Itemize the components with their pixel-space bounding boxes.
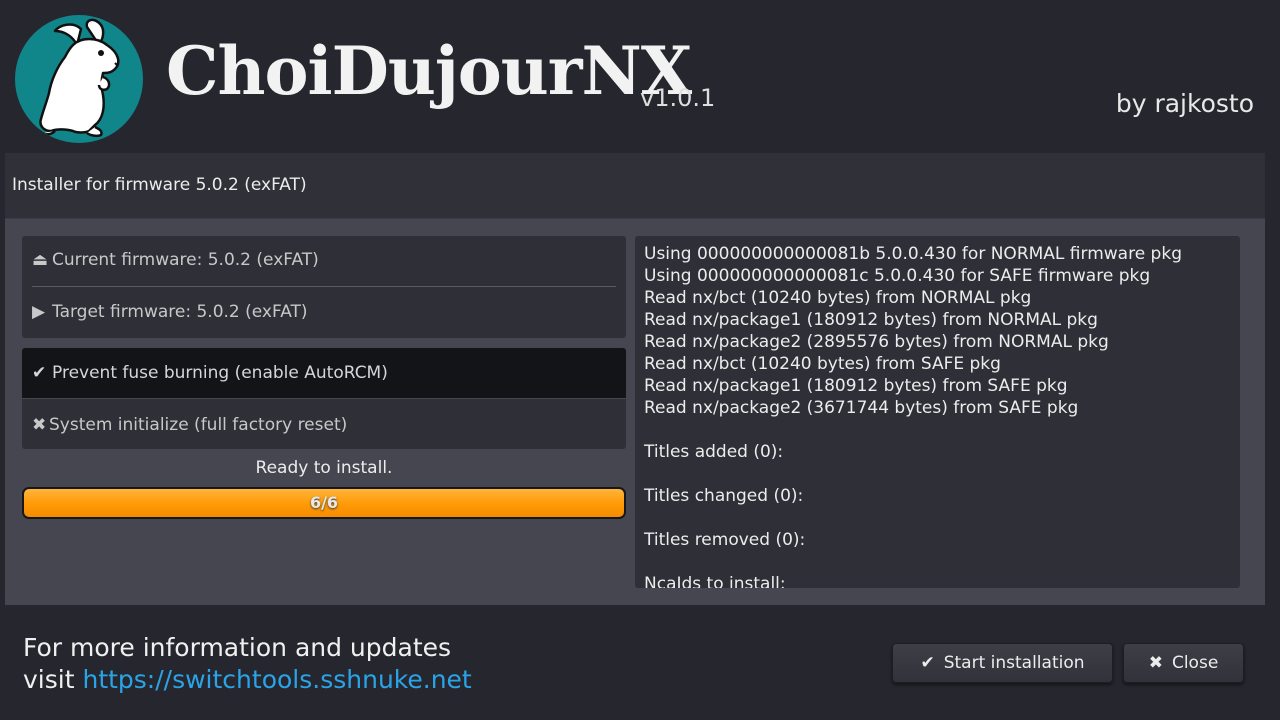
check-icon: ✔ [32, 363, 47, 383]
app-version: v1.0.1 [640, 84, 716, 112]
log-line: Read nx/bct (10240 bytes) from NORMAL pk… [644, 288, 1032, 308]
app-title: ChoiDujourNX [166, 32, 692, 110]
footer-line: For more information and updates [23, 633, 452, 662]
option-system-initialize[interactable]: ✖ System initialize (full factory reset) [22, 399, 626, 449]
footer-info: For more information and updates visit h… [23, 632, 472, 696]
log-line: Using 000000000000081b 5.0.0.430 for NOR… [644, 244, 1182, 264]
progress-label: 6/6 [309, 493, 339, 512]
log-line: Titles changed (0): [644, 486, 804, 506]
play-icon: ▶ [32, 302, 46, 322]
panel-header-text: Installer for firmware 5.0.2 (exFAT) [12, 175, 307, 195]
divider [32, 286, 616, 287]
install-log[interactable]: Using 000000000000081b 5.0.0.430 for NOR… [635, 236, 1240, 588]
check-icon: ✔ [920, 653, 935, 673]
log-lines: Using 000000000000081b 5.0.0.430 for NOR… [644, 243, 1182, 588]
target-firmware-row: ▶ Target firmware: 5.0.2 (exFAT) [32, 302, 308, 322]
status-text: Ready to install. [255, 458, 393, 478]
close-button[interactable]: ✖ Close [1123, 643, 1244, 683]
target-firmware-label: Target firmware: 5.0.2 (exFAT) [52, 302, 308, 322]
log-line: Read nx/package1 (180912 bytes) from NOR… [644, 310, 1098, 330]
log-line: Read nx/package2 (3671744 bytes) from SA… [644, 398, 1079, 418]
installer-panel: Installer for firmware 5.0.2 (exFAT) ⏏ Cu… [5, 153, 1265, 605]
progress-bar: 6/6 [22, 487, 626, 519]
log-line: Read nx/package2 (2895576 bytes) from NO… [644, 332, 1109, 352]
firmware-info-box: ⏏ Current firmware: 5.0.2 (exFAT) ▶ Target… [22, 236, 626, 338]
log-line: Read nx/package1 (180912 bytes) from SAF… [644, 376, 1068, 396]
website-link[interactable]: https://switchtools.sshnuke.net [82, 665, 471, 694]
rabbit-logo [15, 15, 143, 143]
author-credit: by rajkosto [1115, 89, 1254, 118]
log-line: Titles removed (0): [644, 530, 806, 550]
current-firmware-label: Current firmware: 5.0.2 (exFAT) [52, 250, 319, 270]
start-installation-button[interactable]: ✔ Start installation [892, 643, 1113, 683]
x-icon: ✖ [1148, 653, 1163, 673]
current-firmware-row: ⏏ Current firmware: 5.0.2 (exFAT) [32, 250, 319, 270]
close-label: Close [1171, 653, 1219, 673]
option-label: System initialize (full factory reset) [49, 415, 348, 435]
log-line: Using 000000000000081c 5.0.0.430 for SAF… [644, 266, 1151, 286]
panel-header: Installer for firmware 5.0.2 (exFAT) [5, 153, 1265, 219]
start-installation-label: Start installation [943, 653, 1085, 673]
x-icon: ✖ [32, 415, 47, 435]
log-line: Titles added (0): [644, 442, 784, 462]
eject-icon: ⏏ [32, 250, 49, 270]
log-line: Read nx/bct (10240 bytes) from SAFE pkg [644, 354, 1001, 374]
footer-visit-line: visit https://switchtools.sshnuke.net [23, 664, 472, 696]
option-prevent-fuse-burning[interactable]: ✔ Prevent fuse burning (enable AutoRCM) [22, 348, 626, 398]
option-label: Prevent fuse burning (enable AutoRCM) [52, 363, 388, 383]
footer-visit: visit [23, 665, 75, 694]
log-line: NcaIds to install: [644, 574, 786, 588]
